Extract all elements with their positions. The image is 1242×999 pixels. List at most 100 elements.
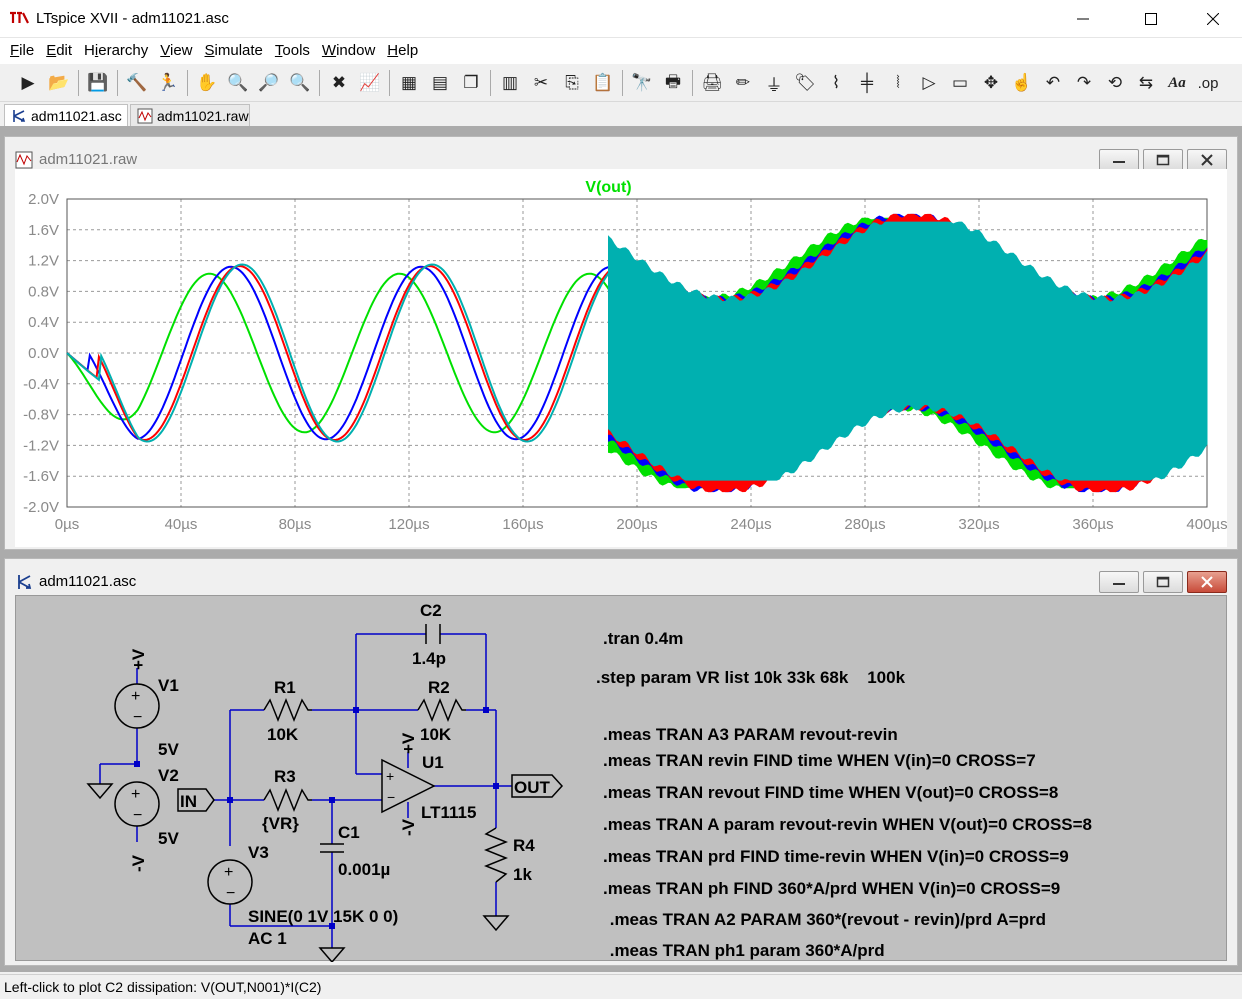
print-button[interactable]: 🖨 <box>698 69 726 97</box>
toolbar-separator <box>692 70 693 96</box>
spice-directive[interactable]: .meas TRAN A param revout-revin WHEN V(o… <box>603 815 1092 834</box>
menu-file[interactable]: File <box>4 40 40 62</box>
zoom-full-button[interactable]: 🔎 <box>255 69 283 97</box>
menu-hierarchy[interactable]: Hierarchy <box>78 40 154 62</box>
redo-button[interactable]: ↷ <box>1070 69 1098 97</box>
plot-pane[interactable]: 0µs 40µs 80µs 120µs 160µs 200µs 240µs 280µs 320µ… <box>15 169 1228 547</box>
schematic-close-button[interactable] <box>1187 571 1227 593</box>
spice-directive[interactable]: .meas TRAN A2 PARAM 360*(revout - revin)… <box>605 910 1046 929</box>
waveform-minimize-button[interactable] <box>1099 149 1139 171</box>
save-button[interactable]: 💾 <box>84 69 112 97</box>
drag-button[interactable]: ☝ <box>1008 69 1036 97</box>
move-button[interactable]: ✥ <box>977 69 1005 97</box>
open-button[interactable]: 📂 <box>45 69 73 97</box>
menu-simulate[interactable]: Simulate <box>199 40 269 62</box>
label-button[interactable]: 🏷 <box>791 69 819 97</box>
v2-value: 5V <box>158 829 179 848</box>
copy-button[interactable]: ⎘ <box>558 69 586 97</box>
c2-label: C2 <box>420 601 442 620</box>
undo-icon: ↶ <box>1045 73 1061 92</box>
mirror-button[interactable]: ⇆ <box>1132 69 1160 97</box>
control-panel-button[interactable]: 🔨 <box>123 69 151 97</box>
close-button[interactable] <box>1190 0 1236 38</box>
tab-waveform[interactable]: adm11021.raw <box>130 104 250 126</box>
rotate-button[interactable]: ⟲ <box>1101 69 1129 97</box>
schematic-maximize-button[interactable] <box>1143 571 1183 593</box>
component-button[interactable]: ▭ <box>946 69 974 97</box>
maximize-button[interactable] <box>1128 0 1174 38</box>
cascade-button[interactable]: ❐ <box>457 69 485 97</box>
y-tick-label: -1.6V <box>23 468 59 485</box>
print-preview-button[interactable]: 🖶 <box>659 69 687 97</box>
run-button[interactable]: ▶ <box>14 69 42 97</box>
paste-icon: 📋 <box>592 73 614 92</box>
status-text: Left-click to plot C2 dissipation: V(OUT… <box>4 979 322 995</box>
pan-button[interactable]: ✋ <box>193 69 221 97</box>
diode-button[interactable]: ▷ <box>915 69 943 97</box>
grid-button[interactable]: ▦ <box>395 69 423 97</box>
spice-directive[interactable]: .meas TRAN ph1 param 360*A/prd <box>605 941 885 960</box>
tab-schematic[interactable]: adm11021.asc <box>4 104 128 126</box>
print-icon: 🖨 <box>701 73 723 92</box>
c1-value: 0.001µ <box>338 860 390 879</box>
wire-button[interactable]: ✏ <box>729 69 757 97</box>
title-bar: LTspice XVII - adm11021.asc <box>0 0 1242 38</box>
diode-icon: ▷ <box>922 73 936 92</box>
resistor-button[interactable]: ⌇ <box>822 69 850 97</box>
spice-directive[interactable]: .step param VR list 10k 33k 68k 100k <box>596 668 906 687</box>
text-button[interactable]: Aa <box>1163 69 1191 97</box>
waveform-maximize-button[interactable] <box>1143 149 1183 171</box>
spice-directive-icon: .op <box>1197 74 1219 92</box>
halt-icon: 🏃 <box>157 73 179 92</box>
schematic-minimize-button[interactable] <box>1099 571 1139 593</box>
menu-help[interactable]: Help <box>381 40 424 62</box>
spice-directive[interactable]: .tran 0.4m <box>603 629 683 648</box>
tile-vertical-button[interactable]: ▥ <box>496 69 524 97</box>
spice-directive-button[interactable]: .op <box>1194 69 1222 97</box>
close-icon <box>1207 13 1219 25</box>
schematic-canvas[interactable]: + − + − + − + − V1 5V V2 5V V3 SINE(0 1V 15K… <box>15 595 1228 964</box>
spice-directive[interactable]: .meas TRAN ph FIND 360*A/prd WHEN V(in)=… <box>603 879 1060 898</box>
x-tick-label: 40µs <box>165 516 198 533</box>
waveform-chart[interactable]: 0µs 40µs 80µs 120µs 160µs 200µs 240µs 280µs 320µ… <box>15 169 1227 547</box>
zoom-in-button[interactable]: 🔍 <box>224 69 252 97</box>
paste-button[interactable]: 📋 <box>589 69 617 97</box>
r1-label: R1 <box>274 678 296 697</box>
menu-edit[interactable]: Edit <box>40 40 78 62</box>
autorange-button[interactable]: 📈 <box>356 69 384 97</box>
schematic-drawing[interactable]: + − + − + − + − V1 5V V2 5V V3 SINE(0 1V 15K… <box>16 596 1228 964</box>
svg-text:−: − <box>387 789 395 805</box>
menu-window[interactable]: Window <box>316 40 381 62</box>
v1-label: V1 <box>158 676 179 695</box>
menu-tools[interactable]: Tools <box>269 40 316 62</box>
spice-directive[interactable]: .meas TRAN revout FIND time WHEN V(out)=… <box>603 783 1058 802</box>
waveform-window-title: adm11021.raw <box>39 151 138 168</box>
spice-directive[interactable]: .meas TRAN revin FIND time WHEN V(in)=0 … <box>603 751 1036 770</box>
waveform-close-button[interactable] <box>1187 149 1227 171</box>
u1-vplus-label: +V <box>399 732 418 754</box>
capacitor-button[interactable]: ╪ <box>853 69 881 97</box>
menu-view[interactable]: View <box>154 40 198 62</box>
u1-label: U1 <box>422 753 444 772</box>
ground-button[interactable]: ⏚ <box>760 69 788 97</box>
schematic-icon <box>18 575 32 589</box>
toolbar-separator <box>187 70 188 96</box>
minimize-button[interactable] <box>1060 0 1106 38</box>
zoom-cancel-button[interactable]: ✖ <box>325 69 353 97</box>
zoom-out-button[interactable]: 🔍 <box>286 69 314 97</box>
find-button[interactable]: 🔭 <box>628 69 656 97</box>
tile-horizontal-icon: ▤ <box>431 73 449 92</box>
undo-button[interactable]: ↶ <box>1039 69 1067 97</box>
spice-directive[interactable]: .meas TRAN A3 PARAM revout-revin <box>603 725 898 744</box>
y-tick-label: 0.4V <box>28 314 59 331</box>
maximize-icon <box>1156 154 1170 166</box>
cut-button[interactable]: ✂ <box>527 69 555 97</box>
r2-value: 10K <box>420 725 452 744</box>
spice-directive[interactable]: .meas TRAN prd FIND time-revin WHEN V(in… <box>603 847 1069 866</box>
halt-button[interactable]: 🏃 <box>154 69 182 97</box>
toolbar-separator <box>319 70 320 96</box>
inductor-button[interactable]: ⦚ <box>884 69 912 97</box>
tile-horizontal-button[interactable]: ▤ <box>426 69 454 97</box>
waveform-icon <box>137 108 153 124</box>
toolbar-separator <box>78 70 79 96</box>
